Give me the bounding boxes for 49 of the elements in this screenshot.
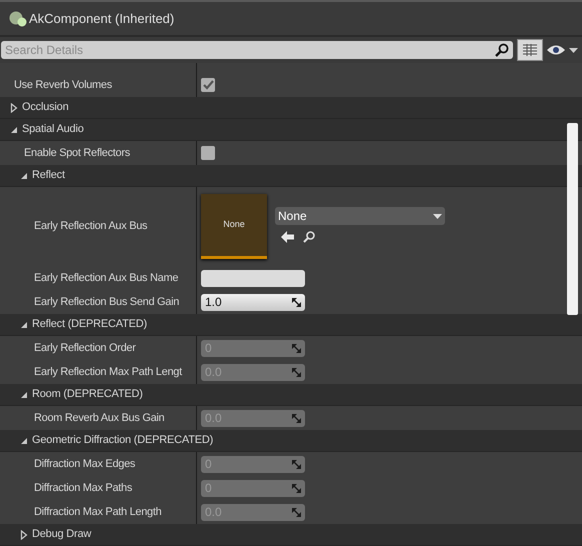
dropdown-caret-icon — [433, 214, 442, 218]
drag-arrows-icon — [292, 508, 301, 516]
expanded-arrow-icon[interactable] — [20, 390, 28, 398]
drag-arrows-icon — [292, 414, 301, 422]
property-label: Use Reverb Volumes — [14, 78, 112, 93]
collapsed-arrow-icon[interactable] — [10, 102, 18, 112]
property-label: Diffraction Max Paths — [34, 480, 132, 496]
property-label: Early Reflection Aux Bus — [34, 219, 148, 234]
expanded-arrow-icon[interactable] — [20, 436, 28, 444]
property-label: Diffraction Max Edges — [34, 456, 136, 472]
drag-arrows-icon — [292, 460, 301, 468]
drag-arrows-icon — [292, 344, 301, 352]
text-field[interactable] — [201, 270, 305, 286]
dropdown-caret-icon[interactable] — [569, 48, 578, 52]
expanded-arrow-icon[interactable] — [10, 126, 18, 134]
category-label[interactable]: Reflect (DEPRECATED) — [32, 316, 147, 333]
grid-list-icon — [523, 44, 537, 56]
eye-icon[interactable] — [547, 44, 565, 56]
component-icon[interactable] — [9, 10, 27, 26]
drag-arrows-icon — [292, 368, 301, 376]
drag-arrows-icon — [292, 484, 301, 492]
property-label: Room Reverb Aux Bus Gain — [34, 410, 164, 426]
drag-arrows-icon — [292, 298, 301, 306]
category-label[interactable]: Occlusion — [22, 99, 68, 116]
number-field[interactable]: 1.0 — [201, 294, 305, 310]
collapsed-arrow-icon[interactable] — [20, 530, 28, 540]
asset-thumbnail: None — [201, 194, 267, 259]
property-label: Enable Spot Reflectors — [24, 146, 130, 161]
expanded-arrow-icon[interactable] — [20, 172, 28, 180]
property-label: Diffraction Max Path Length — [34, 504, 162, 520]
property-label: Early Reflection Aux Bus Name — [34, 270, 178, 286]
asset-dropdown[interactable]: None — [275, 207, 445, 225]
category-label[interactable]: Room (DEPRECATED) — [32, 386, 143, 403]
category-label[interactable]: Spatial Audio — [22, 121, 84, 138]
search-icon[interactable] — [495, 43, 509, 57]
left-arrow-icon[interactable] — [281, 231, 294, 243]
expanded-arrow-icon[interactable] — [20, 320, 28, 328]
category-label[interactable]: Reflect — [32, 167, 65, 184]
category-label[interactable]: Debug Draw — [32, 526, 92, 543]
property-label: Early Reflection Bus Send Gain — [34, 294, 180, 310]
checkmark-icon — [202, 80, 214, 90]
search-icon[interactable] — [303, 231, 315, 243]
property-label: Early Reflection Max Path Lengt — [34, 364, 182, 380]
property-label: Early Reflection Order — [34, 340, 136, 356]
checkbox[interactable] — [201, 146, 215, 160]
component-title: AkComponent (Inherited) — [29, 10, 174, 28]
scrollbar-thumb[interactable] — [567, 123, 578, 315]
view-options-button[interactable] — [517, 39, 543, 61]
checkbox[interactable] — [201, 78, 215, 92]
